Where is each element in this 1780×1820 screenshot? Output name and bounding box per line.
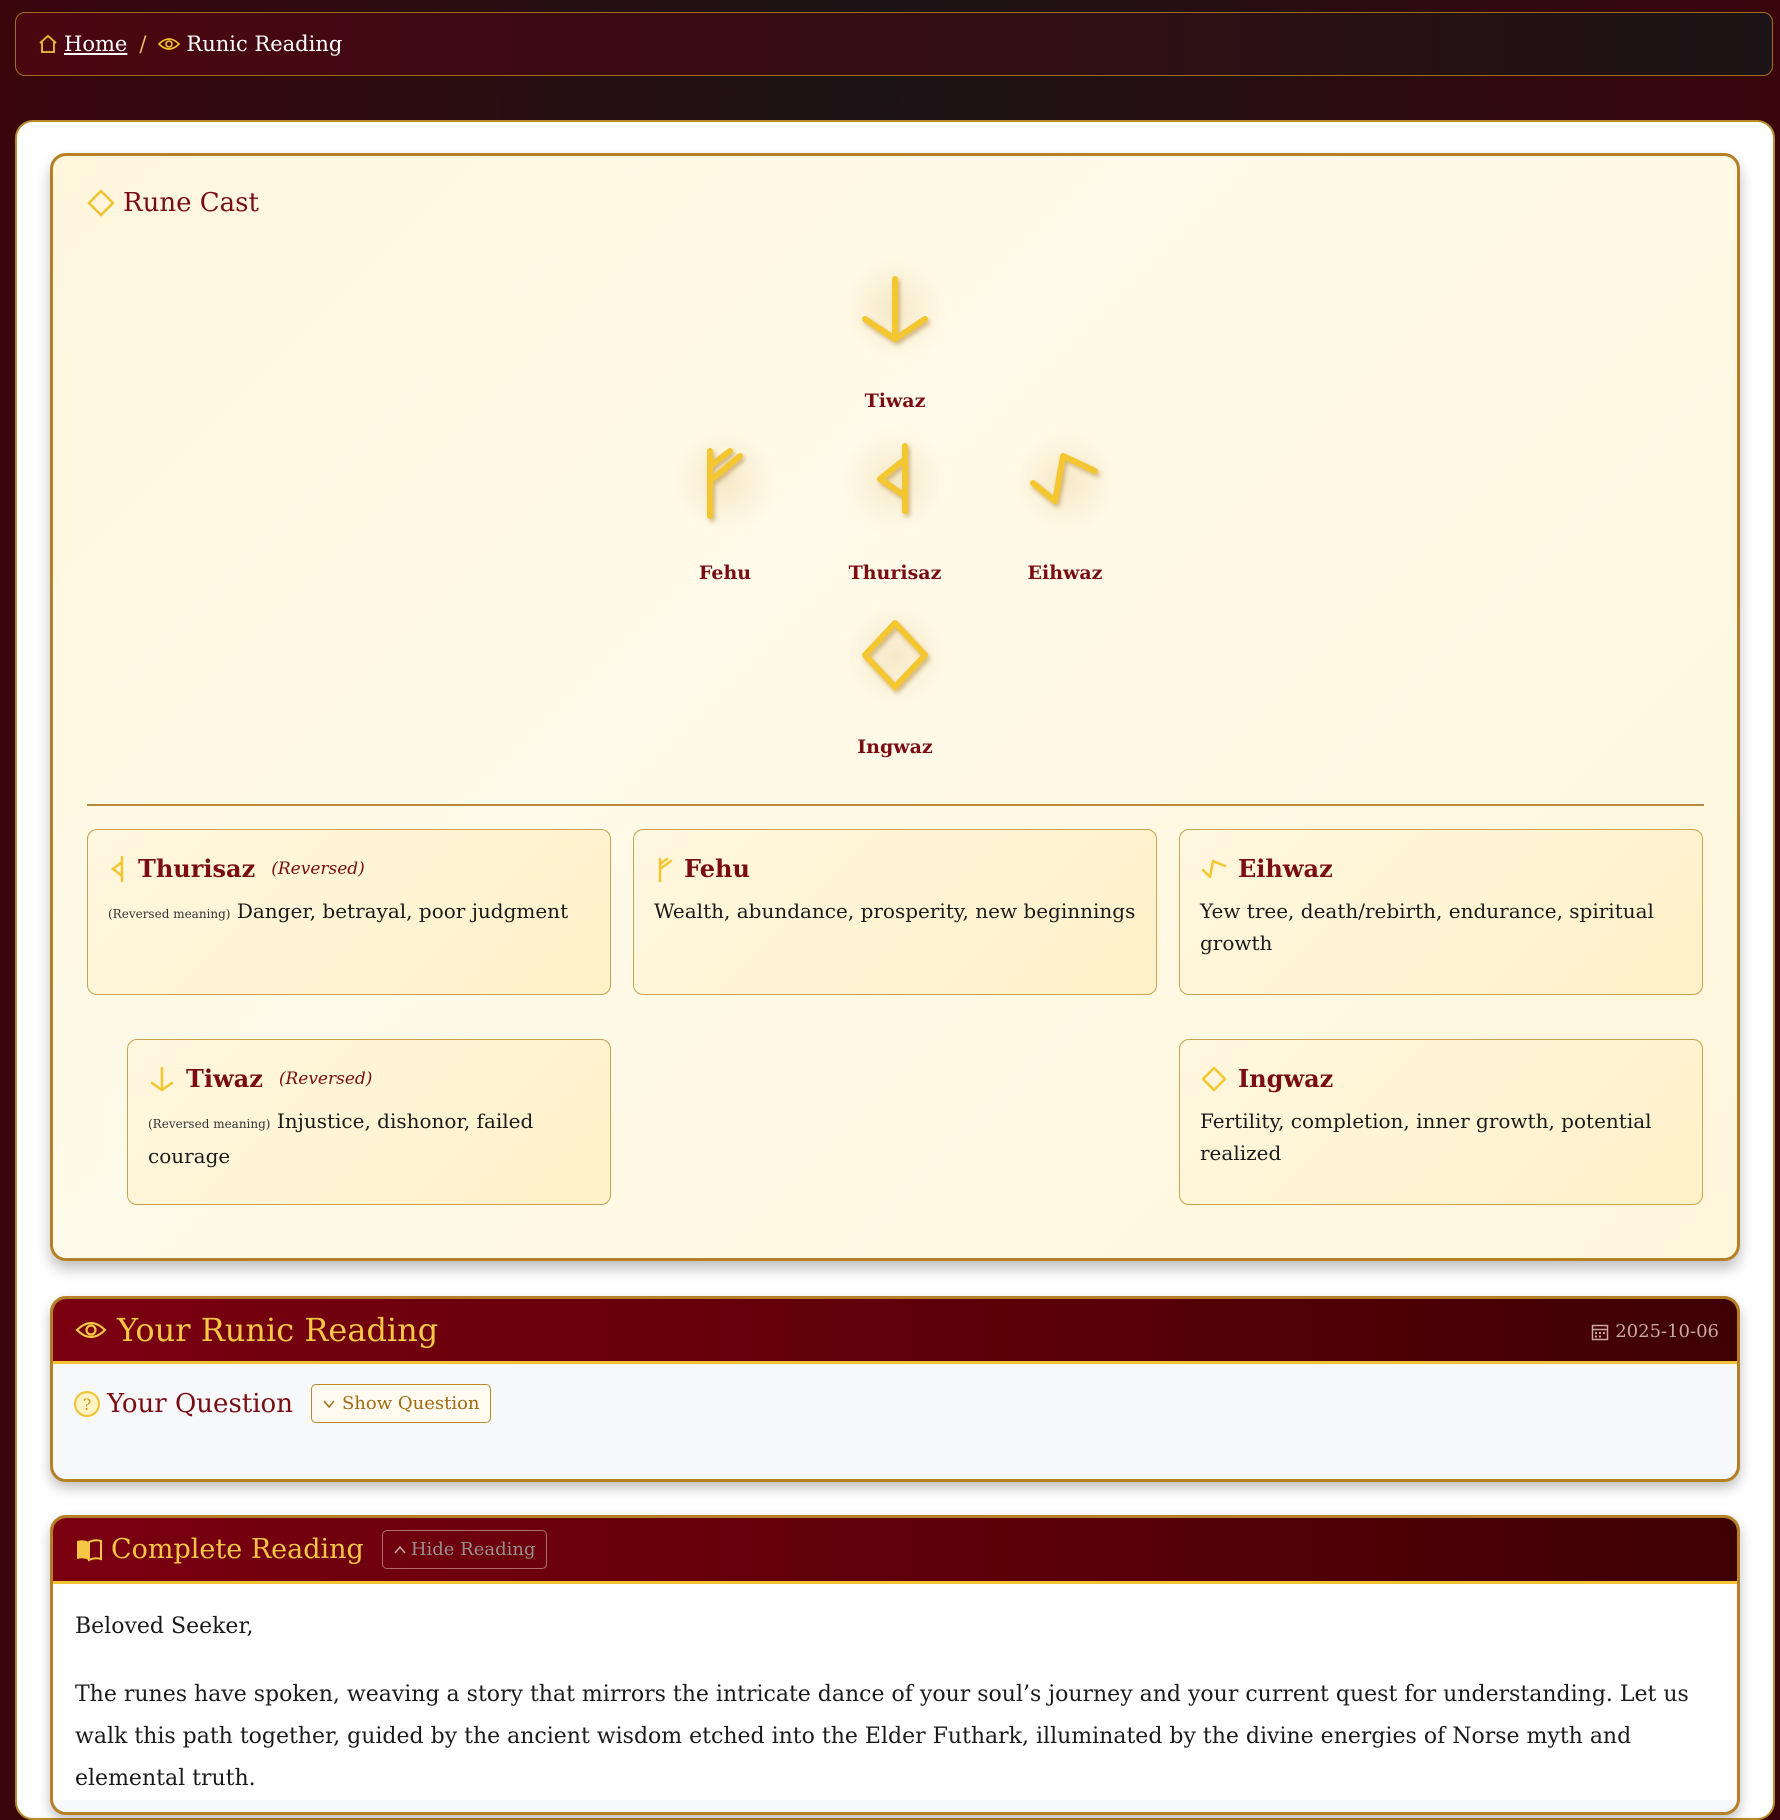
rune-name: Eihwaz xyxy=(1027,562,1103,584)
tiwaz-rune-glyph xyxy=(840,254,950,364)
complete-reading-title: Complete Reading xyxy=(75,1534,364,1565)
meaning-card-tiwaz: Tiwaz (Reversed) (Reversed meaning) Inju… xyxy=(127,1039,611,1205)
open-book-icon xyxy=(77,1538,102,1562)
question-circle-icon: ? xyxy=(74,1390,100,1417)
runic-reading-header: Your Runic Reading 2025-10-06 xyxy=(53,1299,1737,1364)
eihwaz-icon xyxy=(1201,859,1227,878)
ingwaz-rune-glyph xyxy=(840,600,950,710)
breadcrumb-current: Runic Reading xyxy=(158,32,342,56)
meaning-name: Eihwaz xyxy=(1238,854,1333,883)
svg-text:?: ? xyxy=(83,1395,92,1414)
meaning-card-eihwaz: Eihwaz Yew tree, death/rebirth, enduranc… xyxy=(1179,829,1703,995)
home-icon xyxy=(39,34,57,53)
complete-reading-title-text: Complete Reading xyxy=(111,1534,364,1565)
rune-node-fehu[interactable]: Fehu xyxy=(645,426,805,584)
reading-date-text: 2025-10-06 xyxy=(1615,1321,1719,1342)
reading-greeting: Beloved Seeker, xyxy=(75,1614,254,1639)
eye-icon xyxy=(75,1321,107,1339)
tiwaz-icon xyxy=(150,1066,174,1091)
fehu-rune-glyph xyxy=(670,426,780,536)
rune-name: Ingwaz xyxy=(857,736,933,758)
diamond-icon xyxy=(87,189,115,217)
question-row: ? Your Question Show Question xyxy=(53,1364,1737,1423)
rune-node-tiwaz[interactable]: Tiwaz xyxy=(815,254,975,412)
reading-date: 2025-10-06 xyxy=(1591,1321,1719,1342)
ingwaz-icon xyxy=(1201,1066,1227,1091)
runic-reading-card: Your Runic Reading 2025-10-06 ? Your Que… xyxy=(50,1296,1740,1482)
breadcrumb-separator: / xyxy=(139,32,147,56)
rune-cast-card: Rune Cast Tiwaz Fehu Thurisaz Eihwaz Ing… xyxy=(50,153,1740,1261)
rune-name: Fehu xyxy=(698,562,752,584)
rune-name: Tiwaz xyxy=(864,390,926,412)
calendar-icon xyxy=(1591,1324,1609,1340)
breadcrumb: Home / Runic Reading xyxy=(15,12,1773,76)
home-link[interactable]: Home xyxy=(64,32,127,56)
question-title: ? Your Question xyxy=(73,1389,293,1419)
rune-name: Thurisaz xyxy=(848,562,942,584)
complete-reading-header: Complete Reading Hide Reading xyxy=(53,1518,1737,1584)
rune-node-thurisaz[interactable]: Thurisaz xyxy=(815,426,975,584)
cast-divider xyxy=(87,804,1704,806)
reversed-meaning-label: (Reversed meaning) xyxy=(148,1117,271,1131)
hide-reading-label: Hide Reading xyxy=(410,1539,536,1560)
meaning-card-fehu: Fehu Wealth, abundance, prosperity, new … xyxy=(633,829,1157,995)
meaning-text: Fertility, completion, inner growth, pot… xyxy=(1200,1109,1652,1165)
meaning-name: Tiwaz xyxy=(186,1064,263,1093)
meaning-text: Yew tree, death/rebirth, endurance, spir… xyxy=(1200,899,1654,955)
runic-reading-title: Your Runic Reading xyxy=(75,1311,438,1349)
eihwaz-rune-glyph xyxy=(1010,426,1120,536)
fehu-icon xyxy=(658,857,673,882)
rune-cast-title: Rune Cast xyxy=(87,188,259,218)
breadcrumb-current-label: Runic Reading xyxy=(186,32,343,56)
meaning-name: Thurisaz xyxy=(138,854,256,883)
reversed-tag: (Reversed) xyxy=(271,858,365,879)
meaning-text: Danger, betrayal, poor judgment xyxy=(236,899,569,923)
complete-reading-card: Complete Reading Hide Reading Beloved Se… xyxy=(50,1515,1740,1815)
rune-node-ingwaz[interactable]: Ingwaz xyxy=(815,600,975,758)
meaning-name: Fehu xyxy=(684,854,750,883)
meaning-card-ingwaz: Ingwaz Fertility, completion, inner grow… xyxy=(1179,1039,1703,1205)
eye-icon xyxy=(158,38,181,50)
breadcrumb-home[interactable]: Home xyxy=(38,32,127,56)
reversed-tag: (Reversed) xyxy=(278,1068,373,1089)
question-title-text: Your Question xyxy=(107,1388,293,1419)
meaning-text: Wealth, abundance, prosperity, new begin… xyxy=(654,899,1136,923)
thurisaz-rune-glyph xyxy=(840,426,950,536)
meaning-card-thurisaz: Thurisaz (Reversed) (Reversed meaning) D… xyxy=(87,829,611,995)
show-question-button[interactable]: Show Question xyxy=(310,1384,491,1423)
chevron-down-icon xyxy=(323,1400,335,1408)
thurisaz-icon xyxy=(110,855,124,882)
reading-paragraph: The runes have spoken, weaving a story t… xyxy=(75,1682,1689,1791)
chevron-up-icon xyxy=(394,1545,406,1553)
hide-reading-button[interactable]: Hide Reading xyxy=(381,1530,547,1569)
runic-reading-title-text: Your Runic Reading xyxy=(117,1311,439,1349)
reversed-meaning-label: (Reversed meaning) xyxy=(108,907,231,921)
rune-node-eihwaz[interactable]: Eihwaz xyxy=(985,426,1145,584)
show-question-label: Show Question xyxy=(341,1393,480,1414)
rune-cast-title-text: Rune Cast xyxy=(123,188,259,218)
meaning-name: Ingwaz xyxy=(1238,1064,1334,1093)
